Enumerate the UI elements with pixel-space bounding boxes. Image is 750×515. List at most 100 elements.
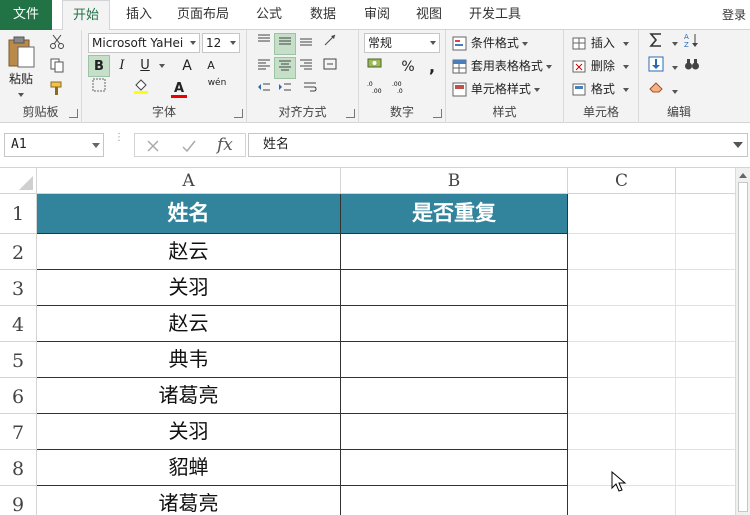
- row-header[interactable]: 9: [0, 486, 37, 515]
- cell[interactable]: [676, 234, 735, 270]
- cell[interactable]: [676, 414, 735, 450]
- cell[interactable]: [568, 194, 676, 234]
- insert-cells-button[interactable]: 插入: [572, 32, 629, 54]
- row-header[interactable]: 1: [0, 194, 37, 234]
- phonetic-button[interactable]: wén: [206, 78, 228, 100]
- sort-filter-button[interactable]: AZ: [681, 32, 703, 54]
- align-center-button[interactable]: [274, 57, 296, 79]
- copy-button[interactable]: [46, 57, 68, 79]
- top-align-button[interactable]: [253, 33, 275, 55]
- column-header-c[interactable]: C: [568, 168, 676, 194]
- cell[interactable]: [676, 450, 735, 486]
- name-cell[interactable]: 诸葛亮: [37, 378, 341, 414]
- cell[interactable]: [568, 306, 676, 342]
- tab-home[interactable]: 开始: [62, 0, 110, 31]
- align-right-button[interactable]: [295, 57, 317, 79]
- scrollbar-thumb[interactable]: [738, 182, 748, 512]
- cut-button[interactable]: [46, 34, 68, 56]
- expand-formula-icon[interactable]: [733, 142, 743, 148]
- accounting-button[interactable]: [364, 56, 386, 78]
- alignment-launcher-icon[interactable]: [346, 109, 355, 118]
- formula-input[interactable]: 姓名: [248, 133, 748, 157]
- row-header[interactable]: 4: [0, 306, 37, 342]
- vertical-scrollbar[interactable]: [735, 168, 750, 515]
- tab-review[interactable]: 审阅: [356, 0, 398, 30]
- cell[interactable]: [676, 342, 735, 378]
- cancel-icon[interactable]: [145, 138, 161, 154]
- number-format-select[interactable]: 常规: [364, 33, 440, 53]
- login-link[interactable]: 登录: [722, 0, 746, 30]
- font-color-button[interactable]: A: [168, 78, 190, 100]
- name-cell[interactable]: 赵云: [37, 234, 341, 270]
- row-header[interactable]: 2: [0, 234, 37, 270]
- column-header-d[interactable]: [676, 168, 735, 194]
- chevron-down-icon[interactable]: [159, 64, 165, 68]
- duplicate-cell[interactable]: [341, 378, 568, 414]
- decrease-decimal-button[interactable]: .00.0: [389, 80, 411, 102]
- tab-insert[interactable]: 插入: [118, 0, 160, 30]
- italic-button[interactable]: I: [111, 55, 133, 77]
- format-as-table-button[interactable]: 套用表格格式: [452, 55, 552, 77]
- name-cell[interactable]: 诸葛亮: [37, 486, 341, 515]
- number-launcher-icon[interactable]: [433, 109, 442, 118]
- increase-decimal-button[interactable]: .0.00: [364, 80, 386, 102]
- paste-button[interactable]: 粘贴: [6, 35, 42, 97]
- formula-bar-splitter[interactable]: ⋮: [114, 133, 124, 155]
- select-all-button[interactable]: [0, 168, 37, 194]
- tab-view[interactable]: 视图: [408, 0, 450, 30]
- name-cell[interactable]: 关羽: [37, 414, 341, 450]
- header-cell-name[interactable]: 姓名: [37, 194, 341, 234]
- wrap-text-button[interactable]: [299, 80, 321, 102]
- autosum-button[interactable]: [645, 32, 667, 54]
- name-cell[interactable]: 貂蝉: [37, 450, 341, 486]
- cell[interactable]: [676, 486, 735, 515]
- cell[interactable]: [568, 414, 676, 450]
- align-left-button[interactable]: [253, 57, 275, 79]
- cell-styles-button[interactable]: 单元格样式: [452, 78, 540, 100]
- font-size-select[interactable]: 12: [202, 33, 240, 53]
- fill-color-button[interactable]: [130, 78, 152, 100]
- underline-button[interactable]: U: [134, 55, 156, 77]
- format-painter-button[interactable]: [46, 80, 68, 102]
- cell[interactable]: [568, 378, 676, 414]
- delete-cells-button[interactable]: 删除: [572, 55, 629, 77]
- middle-align-button[interactable]: [274, 33, 296, 55]
- row-header[interactable]: 6: [0, 378, 37, 414]
- font-name-select[interactable]: Microsoft YaHei: [88, 33, 200, 53]
- decrease-indent-button[interactable]: [253, 80, 275, 102]
- duplicate-cell[interactable]: [341, 450, 568, 486]
- row-header[interactable]: 7: [0, 414, 37, 450]
- cell[interactable]: [568, 270, 676, 306]
- shrink-font-button[interactable]: A: [200, 55, 222, 77]
- cell[interactable]: [676, 270, 735, 306]
- percent-button[interactable]: %: [397, 56, 419, 78]
- name-cell[interactable]: 典韦: [37, 342, 341, 378]
- name-cell[interactable]: 关羽: [37, 270, 341, 306]
- duplicate-cell[interactable]: [341, 342, 568, 378]
- duplicate-cell[interactable]: [341, 234, 568, 270]
- duplicate-cell[interactable]: [341, 270, 568, 306]
- find-select-button[interactable]: [681, 56, 703, 78]
- check-icon[interactable]: [181, 138, 197, 154]
- chevron-down-icon[interactable]: [672, 90, 678, 94]
- name-box[interactable]: A1: [4, 133, 104, 157]
- row-header[interactable]: 8: [0, 450, 37, 486]
- column-header-a[interactable]: A: [37, 168, 341, 194]
- row-header[interactable]: 5: [0, 342, 37, 378]
- duplicate-cell[interactable]: [341, 306, 568, 342]
- cell[interactable]: [676, 306, 735, 342]
- tab-formulas[interactable]: 公式: [248, 0, 290, 30]
- clear-button[interactable]: [645, 80, 667, 102]
- tab-developer[interactable]: 开发工具: [462, 0, 528, 30]
- increase-indent-button[interactable]: [274, 80, 296, 102]
- header-cell-duplicate[interactable]: 是否重复: [341, 194, 568, 234]
- merge-center-button[interactable]: [319, 57, 341, 79]
- cell[interactable]: [568, 342, 676, 378]
- cell[interactable]: [568, 234, 676, 270]
- tab-data[interactable]: 数据: [302, 0, 344, 30]
- duplicate-cell[interactable]: [341, 486, 568, 515]
- duplicate-cell[interactable]: [341, 414, 568, 450]
- chevron-down-icon[interactable]: [672, 66, 678, 70]
- chevron-down-icon[interactable]: [672, 42, 678, 46]
- clipboard-launcher-icon[interactable]: [69, 109, 78, 118]
